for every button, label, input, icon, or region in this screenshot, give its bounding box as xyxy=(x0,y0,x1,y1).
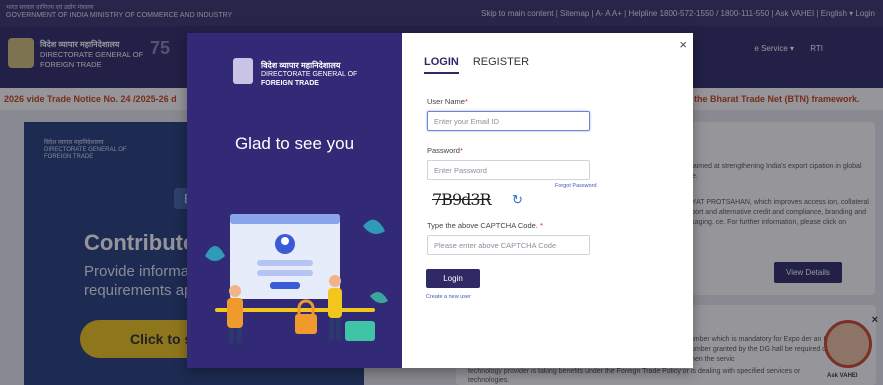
password-input[interactable] xyxy=(427,160,590,180)
brand-hindi: विदेश व्यापार महानिदेशालय xyxy=(261,61,341,70)
login-button[interactable]: Login xyxy=(426,269,480,288)
refresh-icon[interactable]: ↻ xyxy=(512,192,523,208)
login-illustration xyxy=(205,214,388,343)
modal-brand-panel: विदेश व्यापार महानिदेशालय DIRECTORATE GE… xyxy=(187,33,402,368)
forgot-password-link[interactable]: Forgot Password xyxy=(555,183,597,189)
brand-line2: FOREIGN TRADE xyxy=(261,80,319,87)
required-mark: * xyxy=(459,146,463,155)
brand-line1: DIRECTORATE GENERAL OF xyxy=(261,71,358,78)
create-user-link[interactable]: Create a new user xyxy=(426,294,471,300)
captcha-label: Type the above CAPTCHA Code. * xyxy=(427,221,543,230)
username-label: User Name* xyxy=(427,97,468,106)
login-form-panel: × LOGIN REGISTER User Name* Password* Fo… xyxy=(402,33,693,368)
tab-register[interactable]: REGISTER xyxy=(473,56,529,74)
required-mark: * xyxy=(464,97,468,106)
username-label-text: User Name xyxy=(427,97,465,106)
tab-login[interactable]: LOGIN xyxy=(424,56,459,74)
emblem-icon xyxy=(233,58,253,84)
modal-brand: विदेश व्यापार महानिदेशालय DIRECTORATE GE… xyxy=(261,61,357,88)
captcha-image: 7B9d3R xyxy=(432,190,492,209)
username-input[interactable] xyxy=(427,111,590,131)
auth-tabs: LOGIN REGISTER xyxy=(424,56,543,74)
close-icon[interactable]: × xyxy=(679,37,687,52)
greeting-text: Glad to see you xyxy=(234,134,355,153)
required-mark: * xyxy=(540,221,543,230)
login-modal: विदेश व्यापार महानिदेशालय DIRECTORATE GE… xyxy=(187,33,693,368)
password-label: Password* xyxy=(427,146,463,155)
captcha-label-text: Type the above CAPTCHA Code. xyxy=(427,221,538,230)
password-label-text: Password xyxy=(427,146,460,155)
captcha-input[interactable] xyxy=(427,235,590,255)
